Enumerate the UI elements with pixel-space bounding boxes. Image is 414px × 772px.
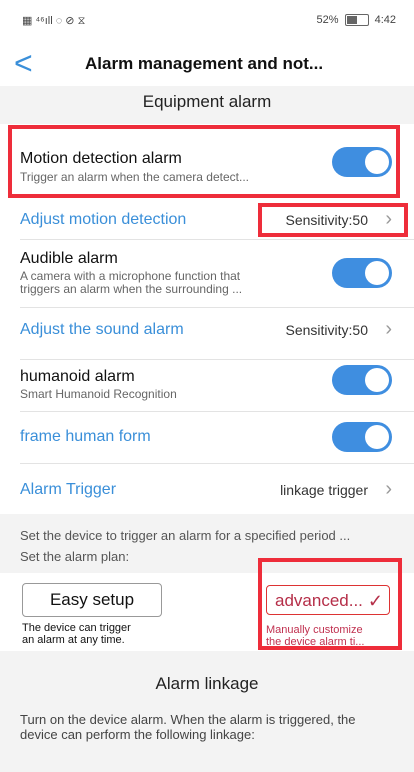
page-title: Alarm management and not...: [85, 54, 324, 73]
linkage-desc-line2: device can perform the following linkage…: [20, 727, 255, 742]
highlight-box: [258, 203, 408, 237]
adjust-sound-label: Adjust the sound alarm: [20, 321, 184, 338]
adjust-sound-row[interactable]: Adjust the sound alarm Sensitivity:50 ›: [0, 308, 414, 360]
section-title-linkage: Alarm linkage: [155, 674, 259, 693]
chevron-right-icon: ›: [385, 318, 392, 340]
linkage-desc-line1: Turn on the device alarm. When the alarm…: [20, 712, 356, 727]
status-right: 52% 4:42: [317, 14, 396, 26]
plan-subtitle: Set the alarm plan:: [20, 549, 130, 564]
linkage-desc: Turn on the device alarm. When the alarm…: [20, 712, 356, 742]
clock: 4:42: [374, 14, 396, 26]
battery-icon: [344, 14, 369, 26]
alarm-trigger-value: linkage trigger: [280, 482, 368, 498]
toggle-knob: [365, 261, 389, 285]
status-bar: ▦ ⁴⁶ıll ◌ ⊘ ⧖ 52% 4:42: [0, 0, 414, 40]
adjust-motion-label: Adjust motion detection: [20, 211, 187, 228]
humanoid-alarm-toggle[interactable]: [332, 365, 392, 395]
section-title-equipment: Equipment alarm: [142, 92, 272, 111]
humanoid-alarm-label: humanoid alarm: [20, 368, 135, 385]
back-icon[interactable]: <: [14, 46, 33, 80]
highlight-box: [8, 125, 400, 198]
toggle-knob: [365, 425, 389, 449]
audible-alarm-desc-line2: triggers an alarm when the surrounding .…: [20, 282, 243, 296]
humanoid-alarm-row: humanoid alarm Smart Humanoid Recognitio…: [0, 360, 414, 412]
toggle-knob: [365, 368, 389, 392]
alarm-trigger-row[interactable]: Alarm Trigger linkage trigger ›: [0, 464, 414, 514]
highlight-box: [258, 558, 402, 650]
status-icons: ▦ ⁴⁶ıll ◌ ⊘ ⧖: [22, 15, 86, 27]
plan-note: Set the device to trigger an alarm for a…: [20, 528, 351, 543]
audible-alarm-toggle[interactable]: [332, 258, 392, 288]
chevron-right-icon: ›: [385, 478, 392, 500]
battery-percent: 52%: [316, 14, 339, 26]
easy-setup-desc-line1: The device can trigger: [22, 622, 131, 634]
easy-setup-desc: The device can trigger an alarm at any t…: [22, 622, 131, 646]
frame-human-label: frame human form: [20, 428, 151, 445]
easy-setup-desc-line2: an alarm at any time.: [22, 634, 125, 646]
audible-alarm-label: Audible alarm: [20, 250, 118, 267]
audible-alarm-row: Audible alarm A camera with a microphone…: [0, 240, 414, 308]
alarm-trigger-label: Alarm Trigger: [20, 481, 117, 498]
easy-setup-button[interactable]: Easy setup: [22, 583, 162, 617]
frame-human-row: frame human form: [0, 412, 414, 464]
frame-human-toggle[interactable]: [332, 422, 392, 452]
sound-sensitivity-value: Sensitivity:50: [285, 322, 368, 338]
humanoid-alarm-desc: Smart Humanoid Recognition: [20, 387, 177, 401]
nav-bar: < Alarm management and not...: [0, 40, 414, 86]
